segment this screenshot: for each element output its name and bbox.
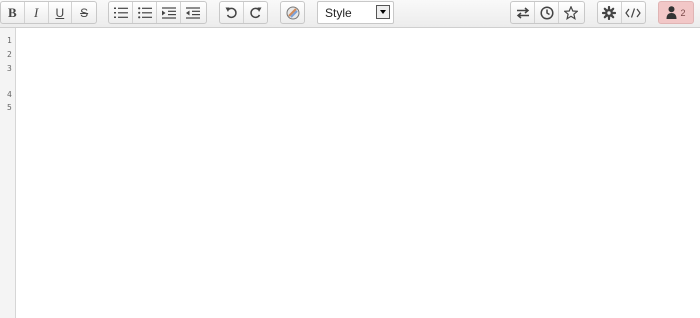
import-export-icon: [516, 6, 529, 19]
undo-button[interactable]: [220, 2, 244, 23]
ordered-list-button[interactable]: [109, 2, 133, 23]
underline-button[interactable]: U: [49, 2, 73, 23]
code-icon: [625, 7, 641, 18]
list-group: [108, 1, 207, 24]
strikethrough-button[interactable]: S: [72, 2, 96, 23]
star-icon: [564, 5, 578, 20]
code-button[interactable]: [622, 2, 645, 23]
star-button[interactable]: [559, 2, 583, 23]
history-icon: [539, 5, 554, 20]
gear-icon: [602, 5, 617, 20]
color-icon: [286, 6, 299, 19]
history-group: [219, 1, 268, 24]
redo-icon: [250, 7, 262, 19]
line-number: 1: [7, 36, 12, 45]
settings-button[interactable]: [598, 2, 622, 23]
outdent-icon: [186, 6, 200, 19]
document-group: [510, 1, 585, 24]
import-export-button[interactable]: [511, 2, 535, 23]
bold-button[interactable]: B: [1, 2, 25, 23]
underline-icon: U: [55, 5, 65, 20]
line-number-gutter: 1 2 3 4 5: [0, 28, 16, 318]
color-group: [280, 1, 305, 24]
indent-button[interactable]: [157, 2, 181, 23]
history-button[interactable]: [535, 2, 559, 23]
redo-button[interactable]: [244, 2, 267, 23]
line-number: 4: [7, 90, 12, 99]
users-count: 2: [680, 7, 686, 18]
line-number: 5: [7, 103, 12, 112]
line-number: 3: [7, 64, 12, 73]
users-button[interactable]: 2: [658, 1, 694, 24]
undo-icon: [225, 7, 237, 19]
chevron-down-icon[interactable]: [376, 5, 390, 19]
unordered-list-icon: [137, 6, 152, 18]
toolbar: B I U S Style 2: [0, 0, 700, 28]
style-select[interactable]: Style: [317, 1, 394, 24]
indent-icon: [161, 6, 176, 19]
strikethrough-icon: S: [80, 5, 89, 20]
format-group: B I U S: [0, 1, 97, 24]
editor-area[interactable]: [16, 28, 700, 318]
italic-icon: I: [33, 4, 39, 20]
color-button[interactable]: [281, 2, 304, 23]
italic-button[interactable]: I: [25, 2, 49, 23]
line-number: 2: [7, 50, 12, 59]
ordered-list-icon: [113, 7, 128, 18]
bold-icon: B: [8, 4, 17, 20]
unordered-list-button[interactable]: [133, 2, 157, 23]
style-select-value: Style: [325, 6, 352, 20]
settings-group: [597, 1, 646, 24]
user-icon: [666, 6, 677, 19]
outdent-button[interactable]: [181, 2, 205, 23]
